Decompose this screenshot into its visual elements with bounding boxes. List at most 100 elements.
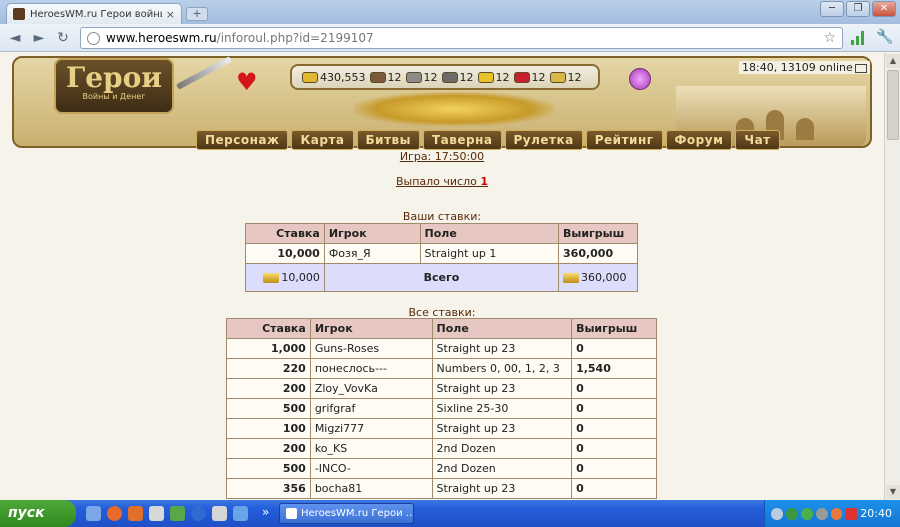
your-bets-table: Ставка Игрок Поле Выигрыш 10,000 Фозя_Я …	[245, 223, 638, 292]
nav-rating[interactable]: Рейтинг	[585, 130, 663, 150]
start-button[interactable]: пуск	[0, 500, 76, 527]
col-win: Выигрыш	[558, 223, 638, 244]
potion-icon[interactable]	[629, 68, 651, 90]
tray-shield-icon[interactable]	[800, 507, 813, 520]
system-tray: 20:40	[764, 500, 900, 527]
new-tab-button[interactable]: +	[186, 7, 208, 21]
app-icon[interactable]	[149, 506, 164, 521]
window-controls: ─ ❐ ✕	[820, 1, 896, 17]
tray-language-icon[interactable]	[845, 507, 858, 520]
tab-strip: HeroesWM.ru Герои войны и × + ─ ❐ ✕	[0, 0, 900, 24]
quick-launch-more-icon[interactable]: »	[262, 505, 269, 519]
resources-bar: 430,553 12 12 12 12 12 12	[290, 64, 600, 90]
minimize-button[interactable]: ─	[820, 1, 844, 17]
vertical-scrollbar[interactable]: ▲ ▼	[884, 53, 900, 500]
page-viewport: Герои Войны и Денег ♥ 430,553 12 12 12 1…	[0, 53, 884, 500]
quick-launch	[86, 506, 248, 521]
nav-map[interactable]: Карта	[291, 130, 354, 150]
maximize-button[interactable]: ❐	[846, 1, 870, 17]
tray-app-icon[interactable]	[830, 507, 843, 520]
tv-icon[interactable]	[854, 63, 867, 73]
mercury-icon	[441, 71, 458, 83]
table-row: 10,000 Фозя_Я Straight up 1 360,000	[245, 243, 638, 264]
crystal-icon	[513, 71, 530, 83]
windows-taskbar: пуск » HeroesWM.ru Герои ... 20:40	[0, 500, 900, 527]
table-row: 100 Migzi777 Straight up 23 0	[226, 418, 657, 439]
table-row: 500 grifgraf Sixline 25-30 0	[226, 398, 657, 419]
result-line[interactable]: Выпало число 1	[0, 175, 884, 188]
close-window-button[interactable]: ✕	[872, 1, 896, 17]
scroll-up-icon[interactable]: ▲	[886, 54, 900, 68]
resource-crystal: 12	[513, 71, 546, 84]
col-field: Поле	[419, 223, 560, 244]
col-bet: Ставка	[245, 223, 325, 244]
nav-chat[interactable]: Чат	[735, 130, 780, 150]
tray-network-icon[interactable]	[785, 507, 798, 520]
gold-coin-icon	[563, 273, 580, 283]
resource-wood: 12	[369, 71, 402, 84]
col-win: Выигрыш	[571, 318, 657, 339]
nav-tavern[interactable]: Таверна	[423, 130, 502, 150]
logo-title: Герои	[65, 61, 163, 94]
result-label: Выпало число	[395, 175, 477, 188]
all-bets-table: Ставка Игрок Поле Выигрыш 1,000 Guns-Ros…	[226, 318, 657, 499]
bookmark-star-icon[interactable]: ☆	[823, 30, 836, 46]
window-icon[interactable]	[233, 506, 248, 521]
table-row: 220 понеслось--- Numbers 0, 00, 1, 2, 3 …	[226, 358, 657, 379]
taskbar-chrome-window[interactable]: HeroesWM.ru Герои ...	[279, 503, 414, 524]
tray-arrow-icon[interactable]	[771, 507, 783, 520]
green-app-icon[interactable]	[170, 506, 185, 521]
col-player: Игрок	[323, 223, 421, 244]
tab-close-icon[interactable]: ×	[166, 8, 175, 21]
tray-volume-icon[interactable]	[815, 507, 828, 520]
server-time-online: 18:40, 13109 online	[739, 61, 870, 74]
heart-icon[interactable]: ♥	[236, 68, 258, 96]
resource-gems: 12	[549, 71, 582, 84]
url-path: /inforoul.php?id=2199107	[216, 31, 374, 45]
sulfur-icon	[477, 71, 494, 83]
nav-forum[interactable]: Форум	[665, 130, 733, 150]
main-nav: Персонаж Карта Битвы Таверна Рулетка Рей…	[196, 130, 780, 150]
table-row: 500 -INCO- 2nd Dozen 0	[226, 458, 657, 479]
ie-icon[interactable]	[191, 506, 206, 521]
gold-icon	[302, 71, 318, 83]
browser-toolbar: ◄ ► ↻ www.heroeswm.ru /inforoul.php?id=2…	[0, 24, 900, 52]
browser-tab[interactable]: HeroesWM.ru Герои войны и ×	[6, 3, 182, 24]
show-desktop-icon[interactable]	[86, 506, 101, 521]
game-logo[interactable]: Герои Войны и Денег	[54, 58, 174, 114]
your-bets-caption: Ваши ставки:	[402, 210, 482, 223]
site-favicon-icon	[13, 8, 25, 20]
gems-icon	[549, 71, 566, 83]
firefox-icon[interactable]	[107, 506, 122, 521]
chrome-icon	[286, 507, 297, 519]
page-info-icon[interactable]	[87, 31, 100, 45]
url-host: www.heroeswm.ru	[106, 31, 217, 45]
nav-character[interactable]: Персонаж	[196, 130, 289, 150]
table-row: 356 bocha81 Straight up 23 0	[226, 478, 657, 499]
nav-battles[interactable]: Битвы	[356, 130, 420, 150]
col-field: Поле	[431, 318, 573, 339]
total-row: 10,000 Всего 360,000	[245, 263, 638, 292]
nav-roulette[interactable]: Рулетка	[504, 130, 583, 150]
address-bar[interactable]: www.heroeswm.ru /inforoul.php?id=2199107…	[80, 27, 843, 49]
table-row: 200 Zloy_VovKa Straight up 23 0	[226, 378, 657, 399]
wood-icon	[369, 71, 386, 83]
forward-button[interactable]: ►	[30, 29, 48, 47]
tab-title: HeroesWM.ru Герои войны и	[30, 8, 162, 20]
extension-bars-icon[interactable]	[851, 31, 864, 45]
back-button[interactable]: ◄	[6, 29, 24, 47]
total-win: 360,000	[581, 271, 627, 284]
table-row: 1,000 Guns-Roses Straight up 23 0	[226, 338, 657, 359]
result-number: 1	[480, 175, 489, 188]
game-time-link[interactable]: Игра: 17:50:00	[0, 150, 884, 163]
wrench-menu-icon[interactable]: 🔧	[876, 29, 893, 45]
tray-clock: 20:40	[860, 507, 892, 520]
ore-icon	[405, 71, 422, 83]
scroll-thumb[interactable]	[887, 70, 899, 140]
sword-icon	[176, 56, 232, 90]
pen-icon[interactable]	[212, 506, 227, 521]
browser-icon[interactable]	[128, 506, 143, 521]
reload-button[interactable]: ↻	[54, 29, 72, 47]
scroll-down-icon[interactable]: ▼	[886, 485, 900, 499]
gold-pile-icon	[354, 92, 554, 126]
